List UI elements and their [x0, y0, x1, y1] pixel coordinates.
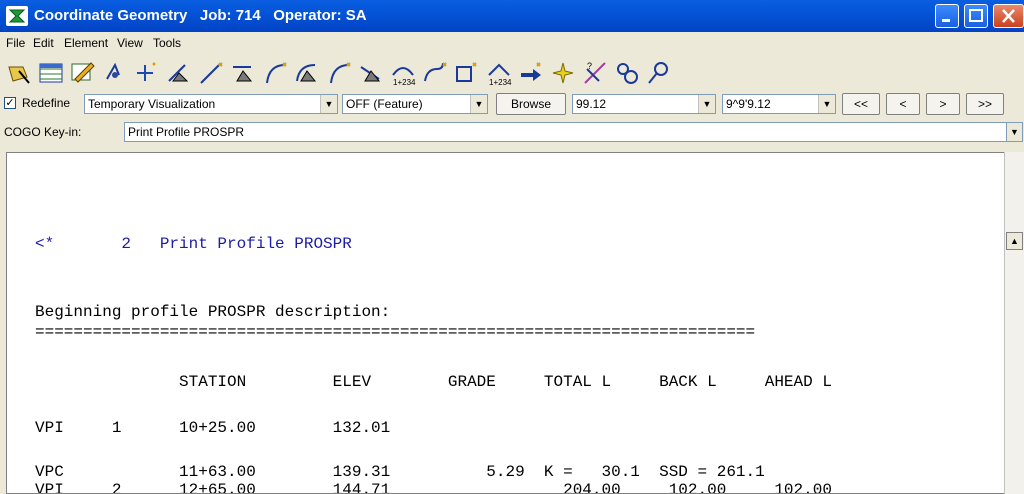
redefine-checkbox[interactable]: ✓ — [4, 97, 16, 109]
svg-text:1+234: 1+234 — [489, 78, 512, 87]
svg-text:?: ? — [587, 61, 592, 71]
app-icon — [6, 6, 28, 26]
menu-bar: File Edit Element View Tools — [0, 32, 1024, 54]
keyin-row: COGO Key-in: Print Profile PROSPR ▼ — [0, 118, 1024, 146]
output-command-echo: <* 2 Print Profile PROSPR — [35, 235, 352, 253]
curve-arc-icon[interactable] — [228, 58, 258, 88]
table-icon[interactable] — [36, 58, 66, 88]
maximize-button[interactable] — [964, 4, 988, 28]
pen-icon[interactable] — [644, 58, 674, 88]
window-title: Coordinate Geometry Job: 714 Operator: S… — [34, 7, 367, 24]
chevron-down-icon: ▼ — [320, 95, 337, 113]
cogo-toolbar: 1+234 1+234 ? — [0, 54, 1024, 90]
feature-value: OFF (Feature) — [346, 97, 423, 111]
add-point-icon[interactable] — [132, 58, 162, 88]
station-arch-icon[interactable]: 1+234 — [484, 58, 514, 88]
menu-edit[interactable]: Edit — [33, 36, 54, 50]
chevron-down-icon: ▼ — [470, 95, 487, 113]
output-column-headers: STATION ELEV GRADE TOTAL L BACK L AHEAD … — [35, 373, 832, 391]
menu-file[interactable]: File — [6, 36, 25, 50]
star-point-icon[interactable] — [100, 58, 130, 88]
curve-icon[interactable] — [164, 58, 194, 88]
crossed-line-icon[interactable]: ? — [580, 58, 610, 88]
curve-icon-2[interactable] — [292, 58, 322, 88]
select-icon[interactable] — [4, 58, 34, 88]
curve-icon-3[interactable] — [356, 58, 386, 88]
box-point-icon[interactable] — [452, 58, 482, 88]
menu-element[interactable]: Element — [64, 36, 108, 50]
chevron-down-icon: ▼ — [818, 95, 835, 113]
chevron-down-icon[interactable]: ▼ — [1006, 122, 1023, 142]
menu-view[interactable]: View — [117, 36, 143, 50]
nav-next-button[interactable]: > — [926, 93, 960, 115]
field1-value: 99.12 — [576, 97, 607, 111]
visualization-value: Temporary Visualization — [88, 97, 216, 111]
spark-icon[interactable] — [548, 58, 578, 88]
visualization-dropdown[interactable]: Temporary Visualization ▼ — [84, 94, 338, 114]
output-separator: ========================================… — [35, 323, 756, 341]
field2-value: 9^9'9.12 — [726, 97, 771, 111]
output-row: VPI 1 10+25.00 132.01 — [35, 419, 391, 437]
field1-dropdown[interactable]: 99.12 ▼ — [572, 94, 716, 114]
field2-dropdown[interactable]: 9^9'9.12 ▼ — [722, 94, 836, 114]
keyin-input[interactable]: Print Profile PROSPR — [124, 122, 1008, 142]
output-pane: <* 2 Print Profile PROSPR Beginning prof… — [6, 152, 1004, 494]
output-line: Beginning profile PROSPR description: — [35, 303, 391, 321]
arrow-point-icon[interactable] — [516, 58, 546, 88]
nav-last-button[interactable]: >> — [966, 93, 1004, 115]
output-row: VPI 2 12+65.00 144.71 204.00 102.00 102.… — [35, 481, 832, 494]
output-scrollbar[interactable]: ▲ — [1004, 152, 1024, 494]
title-bar: Coordinate Geometry Job: 714 Operator: S… — [0, 0, 1024, 32]
redefine-label: Redefine — [22, 96, 71, 110]
menu-tools[interactable]: Tools — [153, 36, 181, 50]
edit-pencil-icon[interactable] — [68, 58, 98, 88]
curve-point-icon[interactable] — [420, 58, 450, 88]
keyin-label: COGO Key-in: — [4, 125, 82, 139]
arc-point-icon-2[interactable] — [324, 58, 354, 88]
nav-prev-button[interactable]: < — [886, 93, 920, 115]
feature-dropdown[interactable]: OFF (Feature) ▼ — [342, 94, 488, 114]
svg-text:1+234: 1+234 — [393, 78, 416, 87]
output-row: VPC 11+63.00 139.31 5.29 K = 30.1 SSD = … — [35, 463, 765, 481]
browse-button[interactable]: Browse — [496, 93, 566, 115]
chevron-down-icon: ▼ — [698, 95, 715, 113]
station-icon[interactable]: 1+234 — [388, 58, 418, 88]
circles-icon[interactable] — [612, 58, 642, 88]
options-row: ✓ Redefine Temporary Visualization ▼ OFF… — [0, 90, 1024, 118]
minimize-button[interactable] — [935, 4, 959, 28]
line-point-icon[interactable] — [196, 58, 226, 88]
arc-point-icon[interactable] — [260, 58, 290, 88]
scroll-up-icon[interactable]: ▲ — [1006, 232, 1023, 250]
close-button[interactable] — [993, 4, 1024, 28]
nav-first-button[interactable]: << — [842, 93, 880, 115]
